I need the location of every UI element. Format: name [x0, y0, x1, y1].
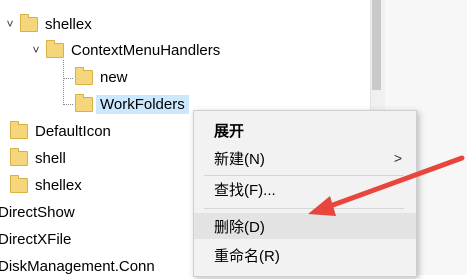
- folder-icon: [10, 147, 28, 166]
- folder-icon: [46, 39, 64, 58]
- tree-item-label: DirectXFile: [0, 230, 72, 248]
- folder-icon: [75, 93, 93, 112]
- tree-item-workfolders[interactable]: WorkFolders: [75, 91, 189, 117]
- folder-icon: [10, 120, 28, 139]
- tree-item-contextmenuhandlers[interactable]: ˅ ContextMenuHandlers: [30, 37, 220, 63]
- tree-item-label: DiskManagement.Conn: [0, 257, 155, 275]
- tree-item-directshow[interactable]: DirectShow: [0, 199, 75, 225]
- tree-item-shell[interactable]: shell: [10, 145, 66, 171]
- tree-item-label: DirectShow: [0, 203, 75, 221]
- tree-line: [63, 60, 64, 105]
- context-menu: 展开 新建(N) > 查找(F)... 删除(D) 重命名(R): [193, 110, 417, 277]
- folder-icon: [10, 174, 28, 193]
- chevron-down-icon[interactable]: ˅: [30, 43, 42, 57]
- menu-item-label: 新建(N): [214, 150, 265, 168]
- menu-item-label: 查找(F)...: [214, 181, 276, 199]
- tree-item-diskmanagement[interactable]: DiskManagement.Conn: [0, 253, 155, 279]
- tree-item-label: new: [100, 68, 128, 86]
- tree-item-label: ContextMenuHandlers: [71, 41, 221, 59]
- tree-item-defaulticon[interactable]: DefaultIcon: [10, 118, 111, 144]
- tree-item-label: DefaultIcon: [35, 122, 111, 140]
- menu-item-label: 重命名(R): [214, 247, 280, 265]
- tree-item-label: shellex: [35, 176, 82, 194]
- tree-item-shellex[interactable]: shellex: [10, 172, 82, 198]
- menu-item-label: 展开: [214, 122, 245, 140]
- tree-line: [63, 78, 73, 79]
- chevron-right-icon: >: [393, 150, 402, 166]
- folder-icon: [75, 66, 93, 85]
- menu-item-new[interactable]: 新建(N) >: [194, 145, 416, 171]
- scrollbar-thumb[interactable]: [372, 0, 381, 90]
- tree-item-label: shell: [35, 149, 66, 167]
- tree-item-new[interactable]: new: [75, 64, 128, 90]
- tree-item-label-selected: WorkFolders: [96, 94, 189, 114]
- menu-item-label: 删除(D): [214, 218, 265, 236]
- tree-line: [63, 104, 73, 105]
- folder-icon: [20, 13, 38, 32]
- menu-item-expand[interactable]: 展开: [194, 117, 416, 143]
- menu-item-rename[interactable]: 重命名(R): [194, 242, 416, 268]
- menu-item-find[interactable]: 查找(F)...: [194, 176, 416, 202]
- tree-item-label: shellex: [45, 15, 92, 33]
- tree-item-shellex-expanded[interactable]: ˅ shellex: [4, 11, 92, 37]
- chevron-down-icon[interactable]: ˅: [4, 17, 16, 31]
- tree-item-directxfile[interactable]: DirectXFile: [0, 226, 71, 252]
- menu-separator: [204, 208, 404, 209]
- menu-item-delete[interactable]: 删除(D): [194, 213, 416, 239]
